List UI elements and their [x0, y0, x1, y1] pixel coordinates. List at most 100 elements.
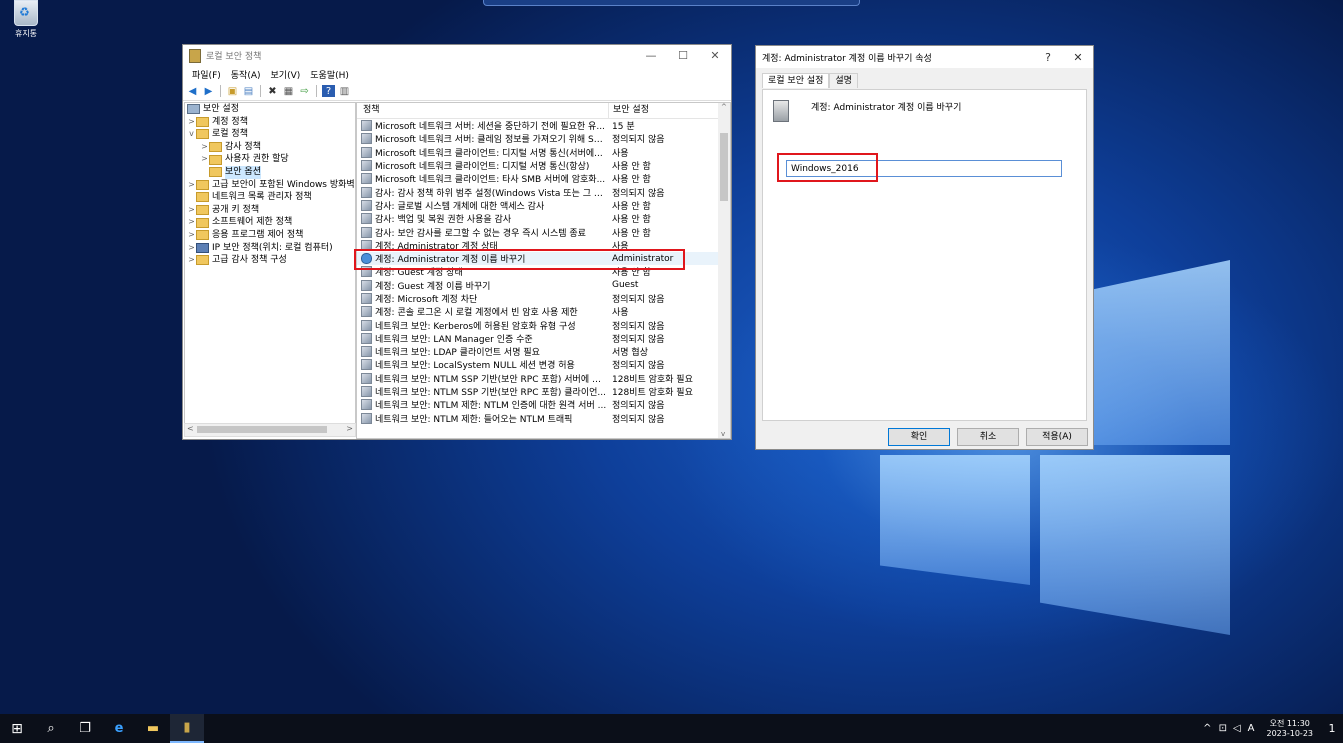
tree-item-label: 계정 정책: [212, 116, 248, 127]
chevron-right-icon[interactable]: >: [187, 116, 196, 129]
tab-local-security-setting[interactable]: 로컬 보안 설정: [762, 73, 830, 88]
recycle-bin[interactable]: 휴지통: [8, 0, 44, 39]
chevron-right-icon[interactable]: >: [187, 179, 196, 192]
scroll-down-icon[interactable]: v: [721, 430, 725, 438]
policy-icon: [361, 399, 372, 411]
export-list-icon[interactable]: ⇨: [298, 85, 311, 97]
scrollbar-thumb[interactable]: [720, 133, 728, 201]
tree-item[interactable]: > 계정 정책: [185, 116, 355, 129]
internet-explorer-icon[interactable]: e: [102, 714, 136, 743]
policy-row[interactable]: Microsoft 네트워크 클라이언트: 디지털 서명 통신(항상) 사용 안 …: [357, 159, 730, 172]
policy-row[interactable]: 감사: 백업 및 복원 권한 사용을 감사 사용 안 함: [357, 212, 730, 225]
chevron-right-icon[interactable]: >: [187, 216, 196, 229]
clock[interactable]: 오전 11:30 2023-10-23: [1267, 719, 1314, 739]
tree-item-selected[interactable]: 보안 옵션: [185, 165, 355, 179]
chevron-down-icon[interactable]: v: [187, 128, 196, 141]
scroll-up-icon[interactable]: ^: [721, 103, 727, 111]
policy-row[interactable]: 계정: 콘솔 로그온 시 로컬 계정에서 빈 암호 사용 제한 사용: [357, 305, 730, 318]
start-icon[interactable]: ⊞: [0, 714, 34, 743]
help-icon[interactable]: ?: [322, 85, 335, 97]
local-security-policy-taskbar-icon[interactable]: ▮: [170, 714, 204, 743]
mmc-view-icon[interactable]: ▥: [338, 85, 351, 97]
ok-button[interactable]: 확인: [888, 428, 950, 446]
ime-indicator[interactable]: A: [1244, 723, 1259, 734]
close-icon[interactable]: ✕: [699, 49, 731, 62]
tree-horizontal-scrollbar[interactable]: < >: [184, 423, 356, 437]
apply-button[interactable]: 적용(A): [1026, 428, 1088, 446]
menu-help[interactable]: 도움말(H): [305, 68, 354, 81]
tree-item[interactable]: > 고급 보안이 포함된 Windows 방화벽: [185, 179, 355, 192]
policy-icon: [361, 213, 372, 225]
network-icon[interactable]: ⊡: [1216, 723, 1230, 734]
column-header-setting[interactable]: 보안 설정: [609, 103, 649, 118]
close-icon[interactable]: ✕: [1063, 51, 1093, 64]
policy-row[interactable]: Microsoft 네트워크 서버: 세션을 중단하기 전에 필요한 유... 1…: [357, 119, 730, 132]
policy-row[interactable]: Microsoft 네트워크 클라이언트: 디지털 서명 통신(서버에... 사용: [357, 146, 730, 159]
delete-icon[interactable]: ✖: [266, 85, 279, 97]
tree-item[interactable]: > 응용 프로그램 제어 정책: [185, 229, 355, 242]
minimize-icon[interactable]: —: [635, 49, 667, 62]
chevron-right-icon[interactable]: >: [200, 141, 209, 154]
policy-row[interactable]: Microsoft 네트워크 서버: 클레임 정보를 가져오기 위해 S4...…: [357, 132, 730, 145]
tree-item-label: 고급 감사 정책 구성: [212, 255, 287, 266]
tree-item[interactable]: > 소프트웨어 제한 정책: [185, 216, 355, 229]
top-edge-window: [483, 0, 860, 6]
notification-icon[interactable]: 1: [1321, 722, 1343, 735]
volume-icon[interactable]: ◁: [1230, 723, 1244, 734]
tree-item[interactable]: > 공개 키 정책: [185, 204, 355, 217]
task-view-icon[interactable]: ❐: [68, 714, 102, 743]
tab-explain[interactable]: 설명: [829, 73, 858, 88]
back-icon[interactable]: ◀: [186, 85, 199, 97]
chevron-right-icon[interactable]: >: [187, 254, 196, 267]
menu-action[interactable]: 동작(A): [226, 68, 266, 81]
policy-row[interactable]: 네트워크 보안: NTLM SSP 기반(보안 RPC 포함) 서버에 대...…: [357, 372, 730, 385]
policy-row[interactable]: 감사: 글로벌 시스템 개체에 대한 액세스 감사 사용 안 함: [357, 199, 730, 212]
policy-row[interactable]: 네트워크 보안: NTLM 제한: 들어오는 NTLM 트래픽 정의되지 않음: [357, 412, 730, 425]
list-vertical-scrollbar[interactable]: ^ v: [718, 103, 730, 438]
cancel-button[interactable]: 취소: [957, 428, 1019, 446]
policy-name: 감사: 감사 정책 하위 범주 설정(Windows Vista 또는 그 이.…: [375, 188, 608, 199]
policy-row[interactable]: 네트워크 보안: LDAP 클라이언트 서명 필요 서명 협상: [357, 345, 730, 358]
chevron-right-icon[interactable]: >: [187, 229, 196, 242]
properties-icon[interactable]: ▦: [282, 85, 295, 97]
policy-row[interactable]: 네트워크 보안: NTLM SSP 기반(보안 RPC 포함) 클라이언... 1…: [357, 385, 730, 398]
policy-row[interactable]: 네트워크 보안: Kerberos에 허용된 암호화 유형 구성 정의되지 않음: [357, 318, 730, 332]
scrollbar-thumb[interactable]: [197, 426, 327, 433]
chevron-right-icon[interactable]: >: [200, 153, 209, 166]
recycle-bin-label: 휴지통: [14, 29, 38, 38]
chevron-right-icon[interactable]: >: [187, 242, 196, 255]
chevron-up-icon[interactable]: ^: [1199, 723, 1215, 734]
tree-item[interactable]: 네트워크 목록 관리자 정책: [185, 191, 355, 204]
policy-name: 네트워크 보안: LDAP 클라이언트 서명 필요: [375, 348, 540, 359]
help-button[interactable]: ?: [1033, 51, 1063, 64]
scroll-left-icon[interactable]: <: [187, 424, 194, 433]
menu-view[interactable]: 보기(V): [266, 68, 306, 81]
policy-row[interactable]: 네트워크 보안: LocalSystem NULL 세션 변경 허용 정의되지 않…: [357, 358, 730, 371]
policy-setting: 사용 안 함: [612, 215, 651, 226]
tree-item[interactable]: > 감사 정책: [185, 141, 355, 154]
policy-name: 네트워크 보안: LAN Manager 인증 수준: [375, 334, 533, 345]
policy-row[interactable]: 감사: 보안 감사를 로그할 수 없는 경우 즉시 시스템 종료 사용 안 함: [357, 225, 730, 239]
show-tree-icon[interactable]: ▤: [242, 85, 255, 97]
policy-row[interactable]: Microsoft 네트워크 클라이언트: 타사 SMB 서버에 암호화... 사…: [357, 172, 730, 185]
policy-row[interactable]: 네트워크 보안: LAN Manager 인증 수준 정의되지 않음: [357, 332, 730, 345]
maximize-icon[interactable]: ☐: [667, 49, 699, 62]
tree-item[interactable]: > IP 보안 정책(위치: 로컬 컴퓨터): [185, 242, 355, 255]
column-header-policy[interactable]: 정책: [357, 103, 609, 118]
scroll-right-icon[interactable]: >: [346, 424, 353, 433]
policy-row[interactable]: 계정: Guest 계정 이름 바꾸기 Guest: [357, 279, 730, 292]
policy-row[interactable]: 계정: Microsoft 계정 차단 정의되지 않음: [357, 292, 730, 305]
file-explorer-icon[interactable]: ▬: [136, 714, 170, 743]
tree-item[interactable]: > 고급 감사 정책 구성: [185, 254, 355, 267]
tree-item[interactable]: > 사용자 권한 할당: [185, 153, 355, 166]
up-folder-icon[interactable]: ▣: [226, 85, 239, 97]
tree-item[interactable]: 보안 설정: [185, 103, 355, 116]
search-icon[interactable]: ⌕: [34, 714, 68, 743]
tree-item[interactable]: v 로컬 정책: [185, 128, 355, 141]
policy-row[interactable]: 네트워크 보안: NTLM 제한: NTLM 인증에 대한 원격 서버 ... 정…: [357, 398, 730, 411]
menu-file[interactable]: 파일(F): [187, 68, 226, 81]
forward-icon[interactable]: ▶: [202, 85, 215, 97]
policy-name: 네트워크 보안: Kerberos에 허용된 암호화 유형 구성: [375, 321, 576, 332]
policy-row[interactable]: 감사: 감사 정책 하위 범주 설정(Windows Vista 또는 그 이.…: [357, 185, 730, 199]
chevron-right-icon[interactable]: >: [187, 204, 196, 217]
